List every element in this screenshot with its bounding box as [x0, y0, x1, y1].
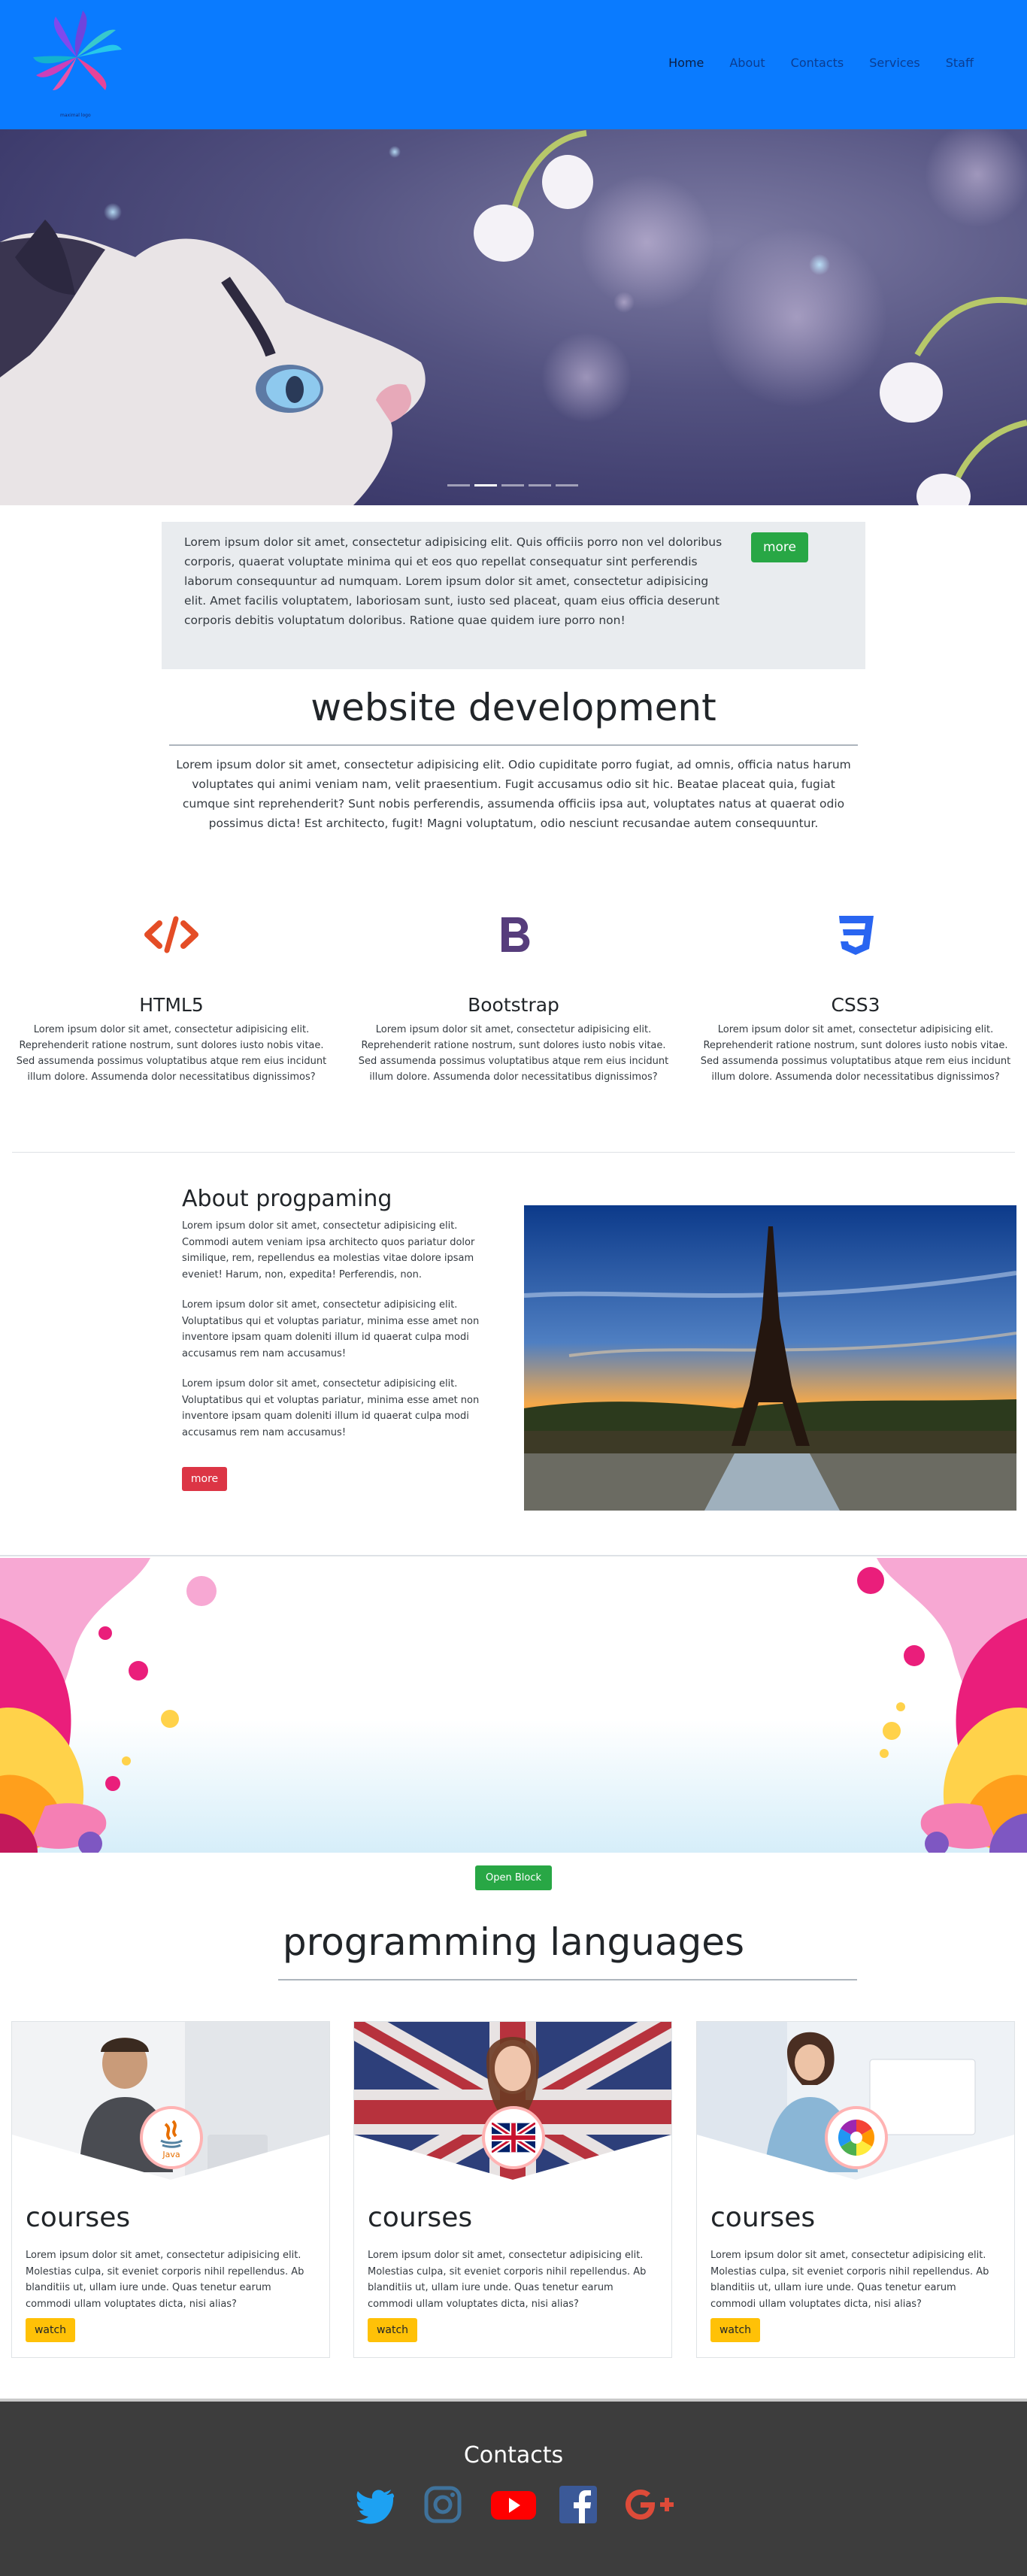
course-card: courses Lorem ipsum dolor sit amet, cons… — [696, 2021, 1015, 2358]
card-text: Lorem ipsum dolor sit amet, consectetur … — [368, 2250, 647, 2310]
footer-title: Contacts — [463, 2442, 564, 2468]
intro-more-button[interactable]: more — [751, 532, 808, 562]
google-plus-icon[interactable] — [626, 2484, 674, 2525]
carousel-indicator[interactable] — [501, 484, 524, 486]
hero-carousel[interactable] — [0, 129, 1027, 505]
tech-html5: HTML5 Lorem ipsum dolor sit amet, consec… — [6, 908, 337, 1085]
twitter-icon[interactable] — [355, 2484, 395, 2525]
carousel-indicator[interactable] — [529, 484, 551, 486]
tech-text: Lorem ipsum dolor sit amet, consectetur … — [16, 1024, 327, 1083]
tech-css3: CSS3 Lorem ipsum dolor sit amet, consect… — [690, 908, 1021, 1085]
bootstrap-icon — [501, 917, 530, 952]
card-title: courses — [368, 2202, 473, 2233]
about-paragraph: Lorem ipsum dolor sit amet, consectetur … — [182, 1378, 480, 1438]
divider — [12, 1152, 1015, 1153]
tech-text: Lorem ipsum dolor sit amet, consectetur … — [358, 1024, 669, 1083]
open-block-button[interactable]: Open Block — [475, 1865, 552, 1890]
webdev-title: website development — [311, 686, 716, 729]
watch-button[interactable]: watch — [710, 2318, 760, 2342]
carousel-indicator[interactable] — [447, 484, 470, 486]
java-logo-label: Java — [162, 2150, 180, 2159]
tech-text: Lorem ipsum dolor sit amet, consectetur … — [700, 1024, 1011, 1083]
watch-button[interactable]: watch — [26, 2318, 75, 2342]
nav-home[interactable]: Home — [656, 56, 716, 70]
tech-title: CSS3 — [831, 994, 880, 1016]
hero-cat-image — [0, 129, 1027, 505]
eiffel-tower-image — [524, 1205, 1016, 1511]
webdev-text: Lorem ipsum dolor sit amet, consectetur … — [176, 758, 851, 830]
tech-title: Bootstrap — [468, 994, 559, 1016]
tech-title: HTML5 — [139, 994, 204, 1016]
about-paragraph: Lorem ipsum dolor sit amet, consectetur … — [182, 1220, 475, 1280]
divider — [278, 1979, 857, 1980]
about-more-button[interactable]: more — [182, 1467, 227, 1491]
card-text: Lorem ipsum dolor sit amet, consectetur … — [26, 2250, 304, 2310]
watch-button[interactable]: watch — [368, 2318, 417, 2342]
logo-icon[interactable] — [24, 8, 129, 120]
footer: Contacts — [0, 2399, 1027, 2576]
divider — [169, 744, 858, 746]
about-title: About progpaming — [182, 1186, 392, 1212]
carousel-indicators — [447, 484, 578, 486]
card-text: Lorem ipsum dolor sit amet, consectetur … — [710, 2250, 989, 2310]
nav-contacts[interactable]: Contacts — [778, 56, 857, 70]
nav-staff[interactable]: Staff — [933, 56, 986, 70]
divider — [0, 1555, 1027, 1556]
about-paragraph: Lorem ipsum dolor sit amet, consectetur … — [182, 1299, 480, 1359]
instagram-icon[interactable] — [423, 2484, 463, 2525]
youtube-icon[interactable] — [490, 2484, 536, 2525]
java-logo-icon: Java — [140, 2106, 203, 2169]
programming-title: programming languages — [282, 1920, 745, 1964]
color-wheel-icon — [825, 2106, 888, 2169]
main-menu: Home About Contacts Services Staff — [656, 56, 986, 70]
course-card: courses Lorem ipsum dolor sit amet, cons… — [353, 2021, 672, 2358]
page: maximal logo Home About Contacts Service… — [0, 0, 1027, 2576]
card-title: courses — [710, 2202, 816, 2233]
navbar: maximal logo Home About Contacts Service… — [0, 0, 1027, 129]
html-code-icon — [144, 916, 198, 953]
tech-bootstrap: Bootstrap Lorem ipsum dolor sit amet, co… — [348, 908, 679, 1085]
card-title: courses — [26, 2202, 131, 2233]
nav-services[interactable]: Services — [856, 56, 932, 70]
uk-flag-icon — [482, 2106, 545, 2169]
carousel-indicator[interactable] — [556, 484, 578, 486]
intro-text: Lorem ipsum dolor sit amet, consectetur … — [184, 535, 723, 627]
intro-block: Lorem ipsum dolor sit amet, consectetur … — [162, 522, 865, 669]
splash-banner — [0, 1558, 1027, 1853]
css3-icon — [839, 916, 874, 955]
social-links — [355, 2484, 674, 2525]
carousel-indicator-active[interactable] — [474, 484, 497, 486]
course-card: Java courses Lorem ipsum dolor sit amet,… — [11, 2021, 330, 2358]
logo-caption: maximal logo — [60, 113, 91, 118]
color-splash-image — [0, 1558, 1027, 1853]
nav-about[interactable]: About — [716, 56, 777, 70]
facebook-icon[interactable] — [558, 2484, 598, 2525]
